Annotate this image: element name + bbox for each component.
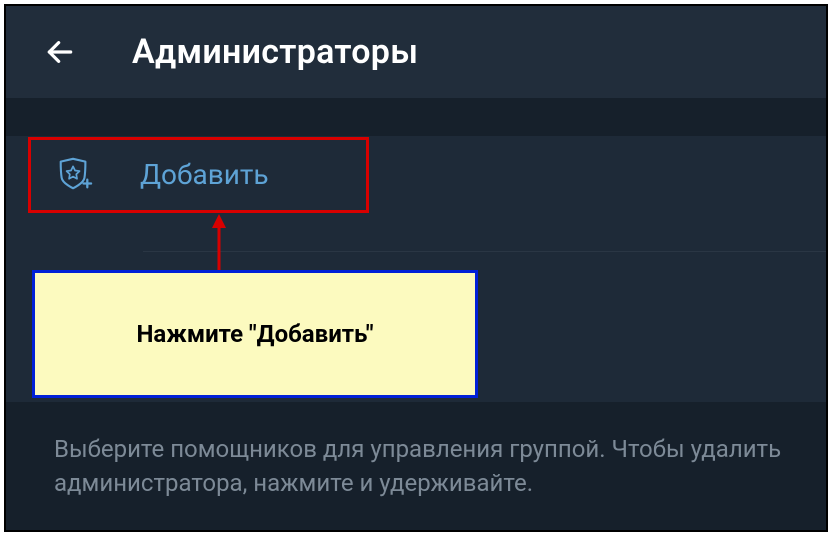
help-text: Выберите помощников для управления групп… <box>6 414 826 530</box>
footer-gap <box>6 402 826 414</box>
app-screen: Администраторы Добавить Выберите помощни… <box>4 4 828 532</box>
page-title: Администраторы <box>132 32 418 72</box>
back-arrow-icon[interactable] <box>44 36 76 68</box>
annotation-callout: Нажмите "Добавить" <box>32 270 478 398</box>
shield-star-plus-icon <box>54 154 94 194</box>
header-bar: Администраторы <box>6 6 826 98</box>
add-admin-button[interactable]: Добавить <box>6 136 826 212</box>
section-gap <box>6 98 826 136</box>
add-admin-label: Добавить <box>140 158 269 191</box>
list-divider <box>143 251 826 252</box>
annotation-callout-text: Нажмите "Добавить" <box>136 320 373 348</box>
